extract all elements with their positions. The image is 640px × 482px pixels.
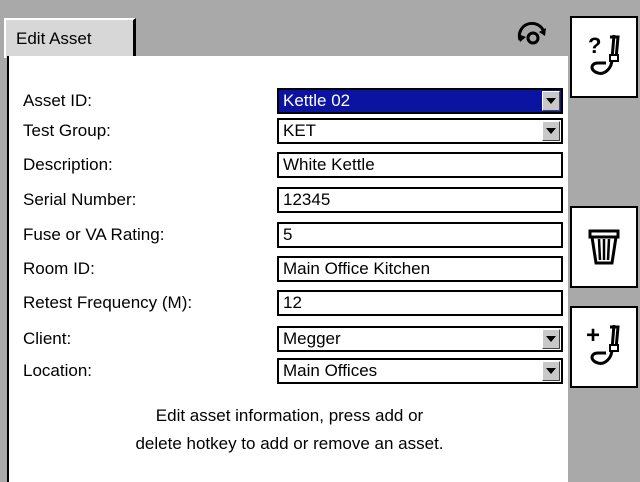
retest-frequency-label: Retest Frequency (M): bbox=[23, 293, 193, 312]
help-hotkey-button[interactable]: ? bbox=[570, 16, 638, 98]
serial-number-label: Serial Number: bbox=[23, 190, 137, 209]
add-probe-icon: + bbox=[586, 322, 620, 365]
description-label: Description: bbox=[23, 155, 113, 174]
client-label: Client: bbox=[23, 329, 72, 348]
asset-id-label: Asset ID: bbox=[23, 91, 92, 110]
description-row: Description: White Kettle bbox=[9, 152, 570, 178]
chevron-down-icon[interactable] bbox=[542, 329, 560, 349]
hotkey-sidebar: ? + bbox=[568, 0, 640, 482]
svg-text:+: + bbox=[586, 322, 600, 349]
svg-text:?: ? bbox=[588, 33, 601, 58]
asset-id-value: Kettle 02 bbox=[283, 91, 351, 110]
client-value: Megger bbox=[283, 329, 341, 348]
room-id-field[interactable]: Main Office Kitchen bbox=[277, 256, 563, 282]
asset-id-dropdown[interactable]: Kettle 02 bbox=[277, 88, 563, 114]
retest-frequency-field[interactable]: 12 bbox=[277, 290, 563, 316]
tab-edit-asset[interactable]: Edit Asset bbox=[4, 18, 136, 58]
location-label: Location: bbox=[23, 361, 92, 380]
chevron-down-icon[interactable] bbox=[542, 121, 560, 141]
chevron-down-icon[interactable] bbox=[542, 91, 560, 111]
test-group-value: KET bbox=[283, 121, 317, 140]
retest-frequency-row: Retest Frequency (M): 12 bbox=[9, 290, 570, 316]
help-text: Edit asset information, press add or del… bbox=[9, 402, 570, 458]
asset-id-row: Asset ID: Kettle 02 bbox=[9, 88, 570, 114]
test-group-row: Test Group: KET bbox=[9, 118, 570, 144]
fuse-rating-label: Fuse or VA Rating: bbox=[23, 225, 165, 244]
delete-hotkey-button[interactable] bbox=[570, 206, 638, 288]
fuse-rating-row: Fuse or VA Rating: 5 bbox=[9, 222, 570, 248]
client-dropdown[interactable]: Megger bbox=[277, 326, 563, 352]
chevron-down-icon[interactable] bbox=[542, 361, 560, 381]
room-id-label: Room ID: bbox=[23, 259, 95, 278]
serial-number-row: Serial Number: 12345 bbox=[9, 187, 570, 213]
location-value: Main Offices bbox=[283, 361, 378, 380]
add-hotkey-button[interactable]: + bbox=[570, 306, 638, 388]
room-id-row: Room ID: Main Office Kitchen bbox=[9, 256, 570, 282]
help-text-line-1: Edit asset information, press add or bbox=[155, 406, 424, 425]
help-probe-icon: ? bbox=[588, 33, 620, 75]
location-dropdown[interactable]: Main Offices bbox=[277, 358, 563, 384]
tab-bar: Edit Asset bbox=[0, 0, 568, 58]
description-field[interactable]: White Kettle bbox=[277, 152, 563, 178]
edit-asset-panel: Asset ID: Kettle 02 Test Group: KET Desc… bbox=[7, 56, 568, 482]
rotate-arrows-icon bbox=[517, 21, 546, 45]
tab-title: Edit Asset bbox=[16, 29, 92, 48]
serial-number-field[interactable]: 12345 bbox=[277, 187, 563, 213]
test-group-label: Test Group: bbox=[23, 121, 111, 140]
client-row: Client: Megger bbox=[9, 326, 570, 352]
location-row: Location: Main Offices bbox=[9, 358, 570, 384]
help-text-line-2: delete hotkey to add or remove an asset. bbox=[135, 434, 444, 453]
fuse-rating-field[interactable]: 5 bbox=[277, 222, 563, 248]
trash-bin-icon bbox=[588, 229, 620, 265]
test-group-dropdown[interactable]: KET bbox=[277, 118, 563, 144]
